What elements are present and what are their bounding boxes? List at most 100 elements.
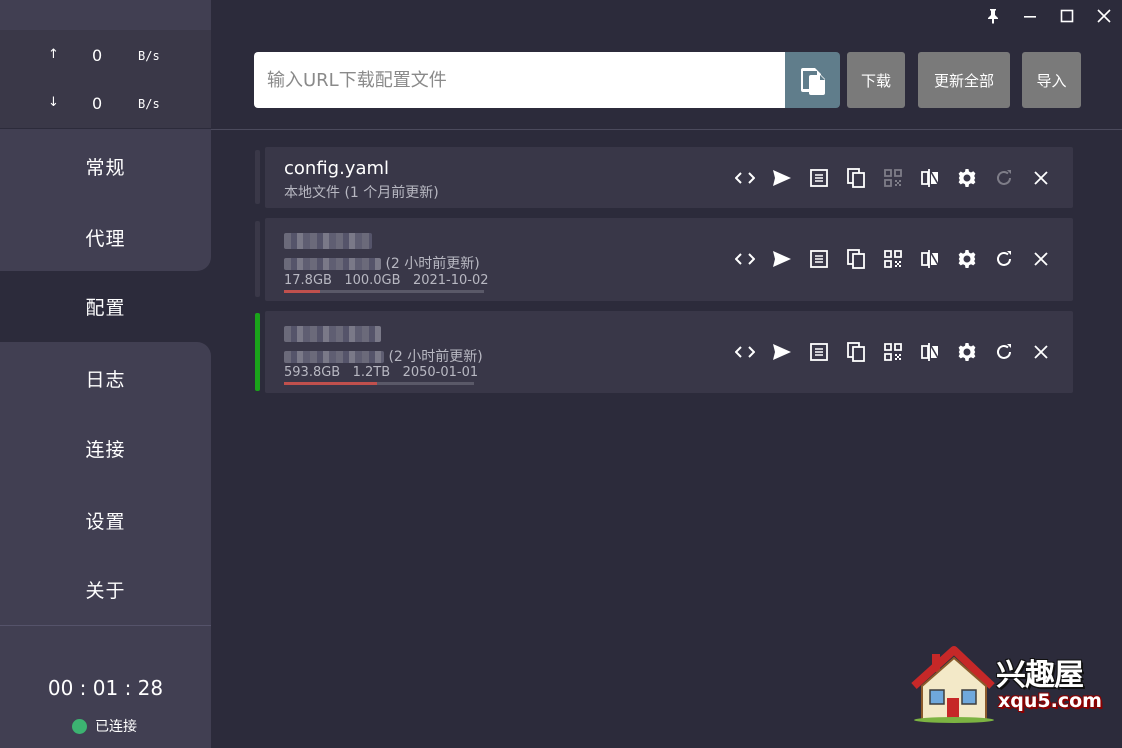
- house-logo-icon: [911, 646, 995, 723]
- traffic-panel: ↑ 0 B/s ↓ 0 B/s: [0, 30, 211, 129]
- upload-value: 0: [92, 46, 103, 65]
- download-button[interactable]: 下载: [847, 52, 905, 108]
- usage-total: 1.2TB: [352, 365, 391, 380]
- import-button[interactable]: 导入: [1022, 52, 1081, 108]
- nav-item-settings[interactable]: 设置: [0, 485, 211, 556]
- edit-code-icon[interactable]: [726, 163, 763, 193]
- usage-total: 100.0GB: [344, 273, 401, 288]
- maximize-icon[interactable]: [1048, 0, 1085, 32]
- compare-icon[interactable]: [911, 337, 948, 367]
- redacted-source: [284, 351, 384, 363]
- profiles-toolbar: 下载 更新全部 导入: [211, 30, 1122, 130]
- profile-card[interactable]: (2 小时前更新) 17.8GB 100.0GB 2021-10-02: [265, 218, 1073, 301]
- settings-gear-icon[interactable]: [948, 244, 985, 274]
- profile-indicator: [255, 221, 260, 297]
- sidebar: ↑ 0 B/s ↓ 0 B/s 常规 代理 配置 日志 连接 设置 关于 00 …: [0, 0, 211, 748]
- usage-bar-fill: [284, 290, 320, 293]
- settings-gear-icon[interactable]: [948, 337, 985, 367]
- qr-code-icon: [874, 163, 911, 193]
- compare-icon[interactable]: [911, 163, 948, 193]
- nav-item-label: 日志: [85, 369, 126, 391]
- nav-item-label: 配置: [85, 297, 126, 319]
- qr-code-icon[interactable]: [874, 337, 911, 367]
- profile-indicator: [255, 150, 260, 204]
- nav-item-profiles[interactable]: 配置: [0, 271, 211, 342]
- usage-used: 593.8GB: [284, 365, 341, 380]
- edit-code-icon[interactable]: [726, 337, 763, 367]
- qr-code-icon[interactable]: [874, 244, 911, 274]
- refresh-icon[interactable]: [985, 244, 1022, 274]
- upload-speed: ↑ 0 B/s: [0, 44, 211, 68]
- site-watermark: 兴趣屋 xqu5.com: [910, 646, 1102, 724]
- redacted-source: [284, 258, 381, 270]
- connected-dot-icon: [72, 718, 87, 734]
- profile-usage: 17.8GB 100.0GB 2021-10-02: [284, 273, 489, 288]
- download-value: 0: [92, 94, 103, 113]
- profile-subtitle: (2 小时前更新): [284, 346, 483, 366]
- close-icon[interactable]: [1085, 0, 1122, 32]
- nav-item-label: 设置: [85, 511, 126, 533]
- nav-item-general[interactable]: 常规: [0, 131, 211, 202]
- profile-actions: [726, 163, 1059, 193]
- copy-icon[interactable]: [837, 163, 874, 193]
- profile-actions: [726, 337, 1059, 367]
- view-list-icon[interactable]: [800, 337, 837, 367]
- delete-icon[interactable]: [1022, 337, 1059, 367]
- download-unit: B/s: [138, 97, 160, 111]
- send-icon[interactable]: [763, 163, 800, 193]
- delete-icon[interactable]: [1022, 244, 1059, 274]
- nav-item-label: 常规: [85, 157, 126, 179]
- refresh-icon[interactable]: [985, 337, 1022, 367]
- minimize-icon[interactable]: [1011, 0, 1048, 32]
- copy-icon[interactable]: [837, 244, 874, 274]
- redacted-name: [284, 326, 381, 342]
- usage-expires: 2050-01-01: [402, 365, 479, 380]
- upload-unit: B/s: [138, 49, 160, 63]
- send-icon[interactable]: [763, 244, 800, 274]
- update-all-button[interactable]: 更新全部: [918, 52, 1010, 108]
- watermark-title: 兴趣屋: [996, 658, 1084, 693]
- window-controls: [974, 0, 1122, 32]
- profile-updated: (2 小时前更新): [385, 256, 480, 272]
- edit-code-icon[interactable]: [726, 244, 763, 274]
- nav-corner: [197, 257, 211, 271]
- profile-card[interactable]: config.yaml 本地文件 (1 个月前更新): [265, 147, 1073, 208]
- copy-icon[interactable]: [837, 337, 874, 367]
- nav-item-label: 代理: [85, 228, 126, 250]
- usage-bar-fill: [284, 382, 378, 385]
- view-list-icon[interactable]: [800, 163, 837, 193]
- delete-icon[interactable]: [1022, 163, 1059, 193]
- nav-item-logs[interactable]: 日志: [0, 343, 211, 414]
- compare-icon[interactable]: [911, 244, 948, 274]
- connection-label: 已连接: [95, 719, 137, 735]
- paste-icon: [800, 68, 825, 95]
- profile-usage: 593.8GB 1.2TB 2050-01-01: [284, 365, 478, 380]
- nav-item-label: 关于: [85, 580, 126, 602]
- active-profile-indicator: [255, 313, 260, 391]
- upload-arrow-icon: ↑: [48, 47, 59, 62]
- profile-name: [284, 230, 372, 251]
- uptime-timer: 00 : 01 : 28: [47, 676, 164, 700]
- view-list-icon[interactable]: [800, 244, 837, 274]
- profile-name: [284, 323, 381, 344]
- download-arrow-icon: ↓: [48, 95, 59, 110]
- connection-status: 已连接: [72, 716, 137, 736]
- pin-icon[interactable]: [974, 0, 1011, 32]
- url-input[interactable]: [254, 52, 785, 108]
- send-icon[interactable]: [763, 337, 800, 367]
- status-panel: 00 : 01 : 28 已连接: [0, 625, 211, 748]
- nav-item-proxy[interactable]: 代理: [0, 202, 211, 273]
- nav-item-connections[interactable]: 连接: [0, 413, 211, 484]
- profile-name: config.yaml: [284, 158, 390, 179]
- profile-subtitle: 本地文件 (1 个月前更新): [284, 185, 439, 201]
- profile-updated: (2 小时前更新): [388, 349, 483, 365]
- profile-card-active[interactable]: (2 小时前更新) 593.8GB 1.2TB 2050-01-01: [265, 311, 1073, 393]
- paste-button[interactable]: [785, 52, 840, 108]
- watermark-domain: xqu5.com: [998, 690, 1102, 712]
- settings-gear-icon[interactable]: [948, 163, 985, 193]
- redacted-name: [284, 233, 372, 249]
- nav-item-about[interactable]: 关于: [0, 554, 211, 625]
- nav-item-label: 连接: [85, 439, 126, 461]
- usage-bar: [284, 290, 484, 293]
- refresh-icon: [985, 163, 1022, 193]
